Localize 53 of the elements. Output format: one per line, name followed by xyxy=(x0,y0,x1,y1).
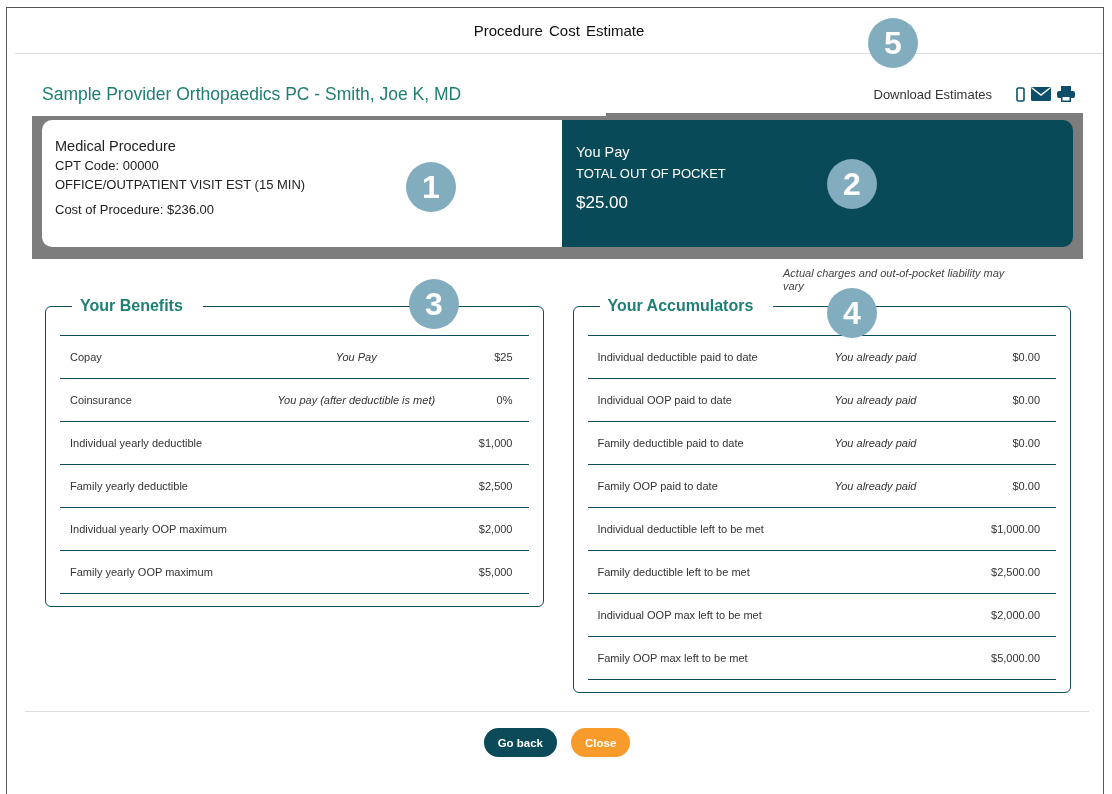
row-label: Individual deductible paid to date xyxy=(597,351,759,363)
row-value: $0.00 xyxy=(1011,480,1040,492)
row-label: Family yearly deductible xyxy=(70,480,189,492)
row-value: $2,500.00 xyxy=(990,566,1040,578)
you-pay-heading: You Pay xyxy=(576,144,630,160)
procedure-heading: Medical Procedure xyxy=(55,138,176,154)
row-label: Individual yearly OOP maximum xyxy=(70,523,228,535)
cpt-code: CPT Code: 00000 xyxy=(55,158,159,173)
row-label: Individual OOP max left to be met xyxy=(597,609,763,621)
print-icon[interactable] xyxy=(1057,86,1075,102)
row-note: You already paid xyxy=(834,351,918,363)
row-value: $0.00 xyxy=(1011,351,1040,363)
row-value: $0.00 xyxy=(1011,394,1040,406)
row-note: You pay (after deductible is met) xyxy=(276,394,437,406)
row-label: Family deductible left to be met xyxy=(597,566,751,578)
row-label: Family yearly OOP maximum xyxy=(70,566,214,578)
row-value: $2,000 xyxy=(477,523,513,535)
download-label: Download Estimates xyxy=(873,86,992,102)
row-note: You already paid xyxy=(834,437,918,449)
row-label: Family deductible paid to date xyxy=(597,437,745,449)
row-label: Individual OOP paid to date xyxy=(597,394,733,406)
row-value: $1,000.00 xyxy=(990,523,1040,535)
row-note: You Pay xyxy=(334,351,378,363)
row-value: $5,000.00 xyxy=(990,652,1040,664)
row-label: Family OOP max left to be met xyxy=(597,652,749,664)
procedure-description: OFFICE/OUTPATIENT VISIT EST (15 MIN) xyxy=(55,177,306,192)
mail-icon[interactable] xyxy=(1031,87,1051,101)
row-value: $1,000 xyxy=(477,437,513,449)
callout-marker: 4 xyxy=(827,288,877,338)
row-label: Individual yearly deductible xyxy=(70,437,204,449)
mobile-icon[interactable] xyxy=(1016,86,1025,102)
panel-title: Your Benefits xyxy=(79,297,184,315)
row-note: You already paid xyxy=(834,394,918,406)
row-value: $5,000 xyxy=(477,566,513,578)
panel-title: Your Accumulators xyxy=(606,297,755,315)
row-value: $25 xyxy=(493,351,513,363)
total-amount: $25.00 xyxy=(576,193,628,213)
row-value: $0.00 xyxy=(1011,437,1040,449)
total-label: TOTAL OUT OF POCKET xyxy=(576,166,726,181)
row-label: Copay xyxy=(70,351,103,363)
window-title: Procedure Cost Estimate xyxy=(473,22,645,39)
row-label: Coinsurance xyxy=(70,394,133,406)
row-label: Family OOP paid to date xyxy=(597,480,719,492)
procedure-cost: Cost of Procedure: $236.00 xyxy=(55,202,214,217)
row-value: 0% xyxy=(495,394,513,406)
provider-name: Sample Provider Orthopaedics PC - Smith, Joe K, MD xyxy=(42,83,462,105)
row-value: $2,500 xyxy=(477,480,513,492)
row-label: Individual deductible left to be met xyxy=(597,523,765,535)
back-button[interactable]: Go back xyxy=(483,728,558,757)
row-note: You already paid xyxy=(834,480,918,492)
callout-marker: 5 xyxy=(868,18,918,68)
row-value: $2,000.00 xyxy=(990,609,1040,621)
callout-marker: 3 xyxy=(409,279,459,329)
